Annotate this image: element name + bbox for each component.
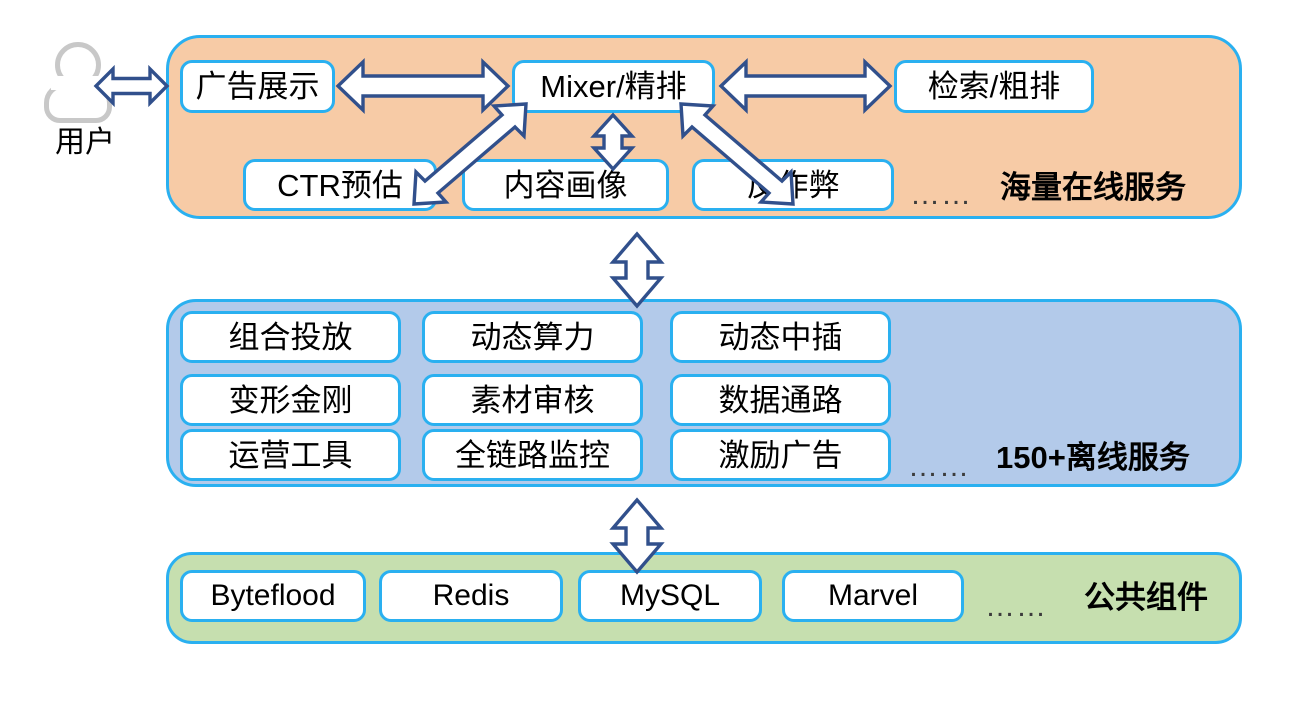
layer-caption-common: 公共组件 xyxy=(1084,580,1208,615)
user-icon xyxy=(42,42,116,123)
service-box-anti-cheat[interactable]: 反作弊 xyxy=(692,159,894,211)
service-box-redis[interactable]: Redis xyxy=(379,570,563,622)
ellipsis-offline: …… xyxy=(908,450,970,483)
service-box-content-image[interactable]: 内容画像 xyxy=(462,159,669,211)
service-box-ctr[interactable]: CTR预估 xyxy=(243,159,437,211)
architecture-diagram: 用户 广告展示 Mixer/精排 检索/粗排 CTR预估 内容画像 反作弊 ……… xyxy=(0,0,1299,702)
service-box-data-pipeline[interactable]: 数据通路 xyxy=(670,374,891,426)
layer-caption-online: 海量在线服务 xyxy=(1000,170,1186,205)
service-box-material-audit[interactable]: 素材审核 xyxy=(422,374,643,426)
service-box-mixer-rank[interactable]: Mixer/精排 xyxy=(512,60,715,113)
service-box-ops-tools[interactable]: 运营工具 xyxy=(180,429,401,481)
service-box-byteflood[interactable]: Byteflood xyxy=(180,570,366,622)
ellipsis-common: …… xyxy=(985,590,1047,623)
ellipsis-online: …… xyxy=(910,178,972,211)
user-icon-mask xyxy=(51,76,105,90)
service-box-dynamic-compute[interactable]: 动态算力 xyxy=(422,311,643,363)
connector-online-to-offline xyxy=(609,231,665,309)
user-actor: 用户 xyxy=(30,42,140,159)
service-box-full-link-monitoring[interactable]: 全链路监控 xyxy=(422,429,643,481)
service-box-dynamic-insert[interactable]: 动态中插 xyxy=(670,311,891,363)
service-box-marvel[interactable]: Marvel xyxy=(782,570,964,622)
layer-caption-offline: 150+离线服务 xyxy=(996,440,1190,475)
user-label: 用户 xyxy=(55,126,115,159)
service-box-transformer[interactable]: 变形金刚 xyxy=(180,374,401,426)
service-box-reward-ads[interactable]: 激励广告 xyxy=(670,429,891,481)
service-box-retrieval[interactable]: 检索/粗排 xyxy=(894,60,1094,113)
service-box-ad-display[interactable]: 广告展示 xyxy=(180,60,335,113)
service-box-mysql[interactable]: MySQL xyxy=(578,570,762,622)
service-box-combo-delivery[interactable]: 组合投放 xyxy=(180,311,401,363)
